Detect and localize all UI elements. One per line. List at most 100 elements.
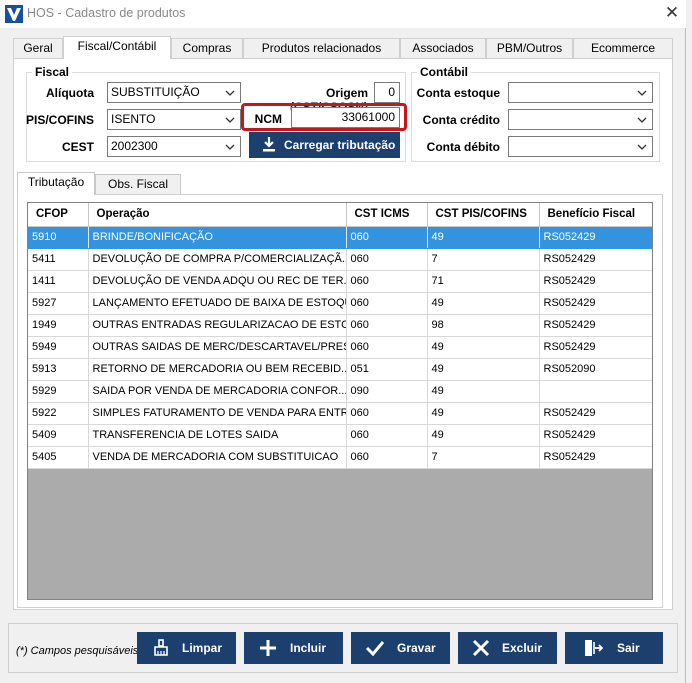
column-header-beneficio-fiscal[interactable]: Benefício Fiscal [539, 203, 652, 227]
conta-estoque-label: Conta estoque [416, 86, 500, 100]
cell-beneficio-fiscal: RS052429 [539, 402, 652, 425]
tab-fiscal-contabil[interactable]: Fiscal/Contábil [63, 36, 171, 59]
conta-debito-select[interactable] [508, 136, 653, 157]
incluir-button[interactable]: Incluir [244, 632, 343, 664]
cest-select[interactable]: 2002300 [107, 136, 241, 157]
table-row[interactable]: 5910 BRINDE/BONIFICAÇÃO 060 49 RS052429 [28, 226, 652, 249]
cell-cfop: 1411 [28, 270, 89, 293]
searchable-fields-hint: (*) Campos pesquisáveis [16, 645, 139, 657]
cell-operacao: OUTRAS SAIDAS DE MERC/DESCARTAVEL/PREST.… [88, 336, 347, 359]
tab-geral[interactable]: Geral [13, 38, 63, 58]
cell-cfop: 5910 [28, 226, 89, 249]
cell-cst-pis-cofins: 7 [427, 446, 540, 469]
exit-door-icon [585, 640, 603, 656]
cest-label: CEST [61, 140, 94, 154]
cell-operacao: BRINDE/BONIFICAÇÃO [88, 226, 347, 249]
excluir-button[interactable]: Excluir [458, 632, 557, 664]
column-header-operacao[interactable]: Operação [88, 203, 347, 227]
cell-operacao: DEVOLUÇÃO DE COMPRA P/COMERCIALIZAÇÃ... [88, 248, 347, 271]
close-icon[interactable]: ✕ [660, 3, 684, 25]
chevron-down-icon [637, 117, 647, 123]
sair-label: Sair [617, 641, 640, 655]
excluir-label: Excluir [502, 641, 543, 655]
tab-pbm-outros[interactable]: PBM/Outros [486, 38, 573, 58]
cell-cst-pis-cofins: 49 [427, 402, 540, 425]
limpar-label: Limpar [182, 641, 223, 655]
sair-button[interactable]: Sair [565, 632, 663, 664]
aliquota-label: Alíquota [46, 86, 94, 100]
piscofins-label: PIS/COFINS [26, 113, 95, 127]
carregar-tributacao-button[interactable]: Carregar tributação [249, 132, 400, 158]
chevron-down-icon [637, 144, 647, 150]
table-row[interactable]: 5913 RETORNO DE MERCADORIA OU BEM RECEBI… [28, 358, 652, 381]
column-header-cst-pis-cofins[interactable]: CST PIS/COFINS [427, 203, 540, 227]
cell-cst-pis-cofins: 49 [427, 336, 540, 359]
chevron-down-icon [225, 117, 235, 123]
checkmark-icon [365, 641, 385, 657]
table-header-row: CFOP Operação CST ICMS CST PIS/COFINS Be… [28, 203, 652, 227]
cell-operacao: VENDA DE MERCADORIA COM SUBSTITUICAO [88, 446, 347, 469]
cell-cst-icms: 060 [346, 226, 428, 249]
cell-operacao: OUTRAS ENTRADAS REGULARIZACAO DE ESTO... [88, 314, 347, 337]
cell-cst-icms: 060 [346, 270, 428, 293]
gravar-button[interactable]: Gravar [351, 632, 450, 664]
cell-cst-icms: 060 [346, 336, 428, 359]
carregar-tributacao-label: Carregar tributação [284, 138, 396, 152]
tab-associados[interactable]: Associados [400, 38, 486, 58]
cell-operacao: SAIDA POR VENDA DE MERCADORIA CONFOR... [88, 380, 347, 403]
conta-credito-select[interactable] [508, 109, 653, 130]
cell-beneficio-fiscal: RS052429 [539, 314, 652, 337]
ncm-highlight-box [241, 103, 407, 131]
cell-cst-icms: 090 [346, 380, 428, 403]
cell-operacao: LANÇAMENTO EFETUADO DE BAIXA DE ESTOQU..… [88, 292, 347, 315]
cell-cst-pis-cofins: 49 [427, 292, 540, 315]
cell-cst-icms: 060 [346, 424, 428, 447]
cell-beneficio-fiscal: RS052429 [539, 424, 652, 447]
table-row[interactable]: 5929 SAIDA POR VENDA DE MERCADORIA CONFO… [28, 380, 652, 403]
aliquota-value: SUBSTITUIÇÃO [111, 85, 200, 99]
cell-beneficio-fiscal: RS052429 [539, 292, 652, 315]
table-row[interactable]: 1949 OUTRAS ENTRADAS REGULARIZACAO DE ES… [28, 314, 652, 337]
cell-cfop: 5922 [28, 402, 89, 425]
cell-cst-pis-cofins: 49 [427, 358, 540, 381]
table-row[interactable]: 5409 TRANSFERENCIA DE LOTES SAIDA 060 49… [28, 424, 652, 447]
tab-produtos-relacionados[interactable]: Produtos relacionados [243, 38, 400, 58]
chevron-down-icon [225, 90, 235, 96]
conta-credito-label: Conta crédito [422, 113, 500, 127]
cell-beneficio-fiscal: RS052090 [539, 358, 652, 381]
cell-cfop: 5411 [28, 248, 89, 271]
cell-cfop: 5409 [28, 424, 89, 447]
table-row[interactable]: 1411 DEVOLUÇÃO DE VENDA ADQU OU REC DE T… [28, 270, 652, 293]
tab-ecommerce[interactable]: Ecommerce [573, 38, 673, 58]
tributacao-grid[interactable]: CFOP Operação CST ICMS CST PIS/COFINS Be… [27, 202, 653, 600]
limpar-button[interactable]: Limpar [137, 632, 236, 664]
origem-field[interactable]: 0 [374, 82, 400, 103]
cell-cst-pis-cofins: 49 [427, 226, 540, 249]
column-header-cst-icms[interactable]: CST ICMS [346, 203, 428, 227]
table-row[interactable]: 5922 SIMPLES FATURAMENTO DE VENDA PARA E… [28, 402, 652, 425]
cell-cst-pis-cofins: 98 [427, 314, 540, 337]
table-row[interactable]: 5411 DEVOLUÇÃO DE COMPRA P/COMERCIALIZAÇ… [28, 248, 652, 271]
cell-operacao: TRANSFERENCIA DE LOTES SAIDA [88, 424, 347, 447]
cell-beneficio-fiscal: RS052429 [539, 270, 652, 293]
plus-icon [260, 640, 276, 656]
cell-beneficio-fiscal: RS052429 [539, 446, 652, 469]
table-row[interactable]: 5949 OUTRAS SAIDAS DE MERC/DESCARTAVEL/P… [28, 336, 652, 359]
tab-compras[interactable]: Compras [171, 38, 243, 58]
cell-cst-pis-cofins: 49 [427, 424, 540, 447]
conta-debito-label: Conta débito [426, 140, 500, 154]
delete-x-icon [472, 639, 490, 657]
aliquota-select[interactable]: SUBSTITUIÇÃO [107, 82, 241, 103]
subtab-tributacao[interactable]: Tributação [17, 172, 95, 195]
subtab-obs-fiscal[interactable]: Obs. Fiscal [95, 174, 181, 194]
table-row[interactable]: 5927 LANÇAMENTO EFETUADO DE BAIXA DE EST… [28, 292, 652, 315]
cell-cfop: 5405 [28, 446, 89, 469]
cell-cfop: 5927 [28, 292, 89, 315]
conta-estoque-select[interactable] [508, 82, 653, 103]
table-row[interactable]: 5405 VENDA DE MERCADORIA COM SUBSTITUICA… [28, 446, 652, 469]
title-bar: HOS - Cadastro de produtos ✕ [0, 0, 686, 28]
piscofins-select[interactable]: ISENTO [107, 109, 241, 130]
chevron-down-icon [637, 90, 647, 96]
cell-cst-icms: 060 [346, 248, 428, 271]
column-header-cfop[interactable]: CFOP [28, 203, 89, 227]
